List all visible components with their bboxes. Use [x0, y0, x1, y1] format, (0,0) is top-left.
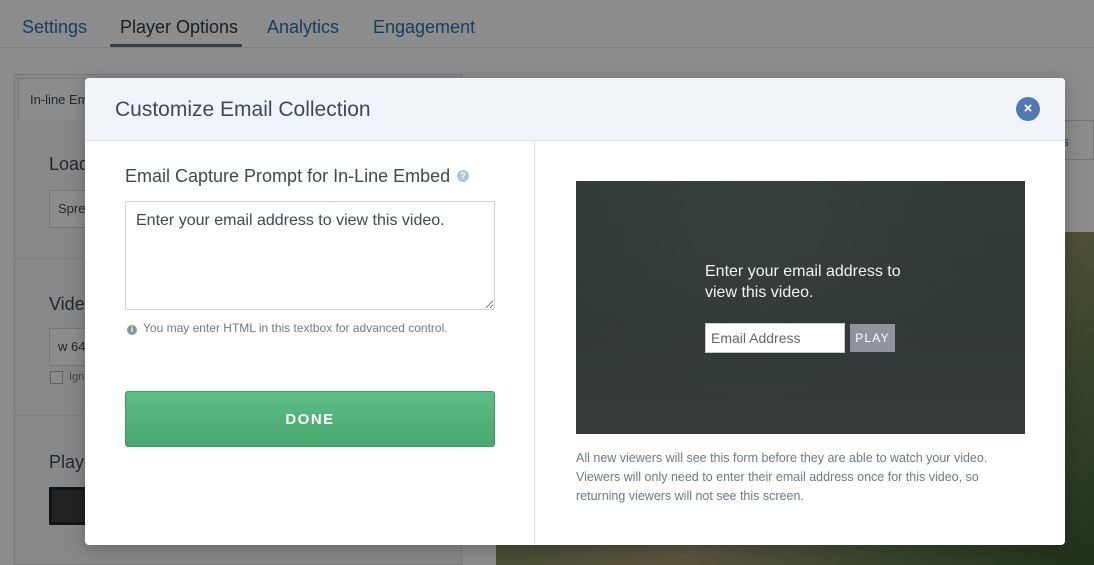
preview-play-button[interactable]: PLAY	[850, 324, 895, 352]
prompt-label: Email Capture Prompt for In-Line Embed?	[125, 166, 470, 187]
done-button[interactable]: DONE	[125, 391, 495, 447]
html-hint: i You may enter HTML in this textbox for …	[127, 321, 448, 335]
email-collection-modal: Customize Email Collection × Email Captu…	[85, 78, 1065, 545]
preview-overlay	[576, 181, 1025, 434]
help-icon[interactable]: ?	[457, 170, 470, 182]
close-icon[interactable]: ×	[1016, 97, 1040, 121]
prompt-column: Email Capture Prompt for In-Line Embed? …	[85, 141, 535, 545]
info-icon: i	[127, 325, 137, 335]
email-gate-preview: Enter your email address to view this vi…	[576, 181, 1025, 434]
html-hint-text: You may enter HTML in this textbox for a…	[143, 321, 448, 335]
prompt-label-text: Email Capture Prompt for In-Line Embed	[125, 166, 451, 186]
preview-description: All new viewers will see this form befor…	[576, 451, 988, 503]
preview-email-input[interactable]	[705, 323, 845, 353]
modal-title: Customize Email Collection	[115, 98, 371, 121]
email-prompt-textarea[interactable]: Enter your email address to view this vi…	[125, 201, 495, 310]
preview-prompt-text: Enter your email address to view this vi…	[705, 263, 901, 301]
modal-header: Customize Email Collection ×	[85, 78, 1065, 141]
